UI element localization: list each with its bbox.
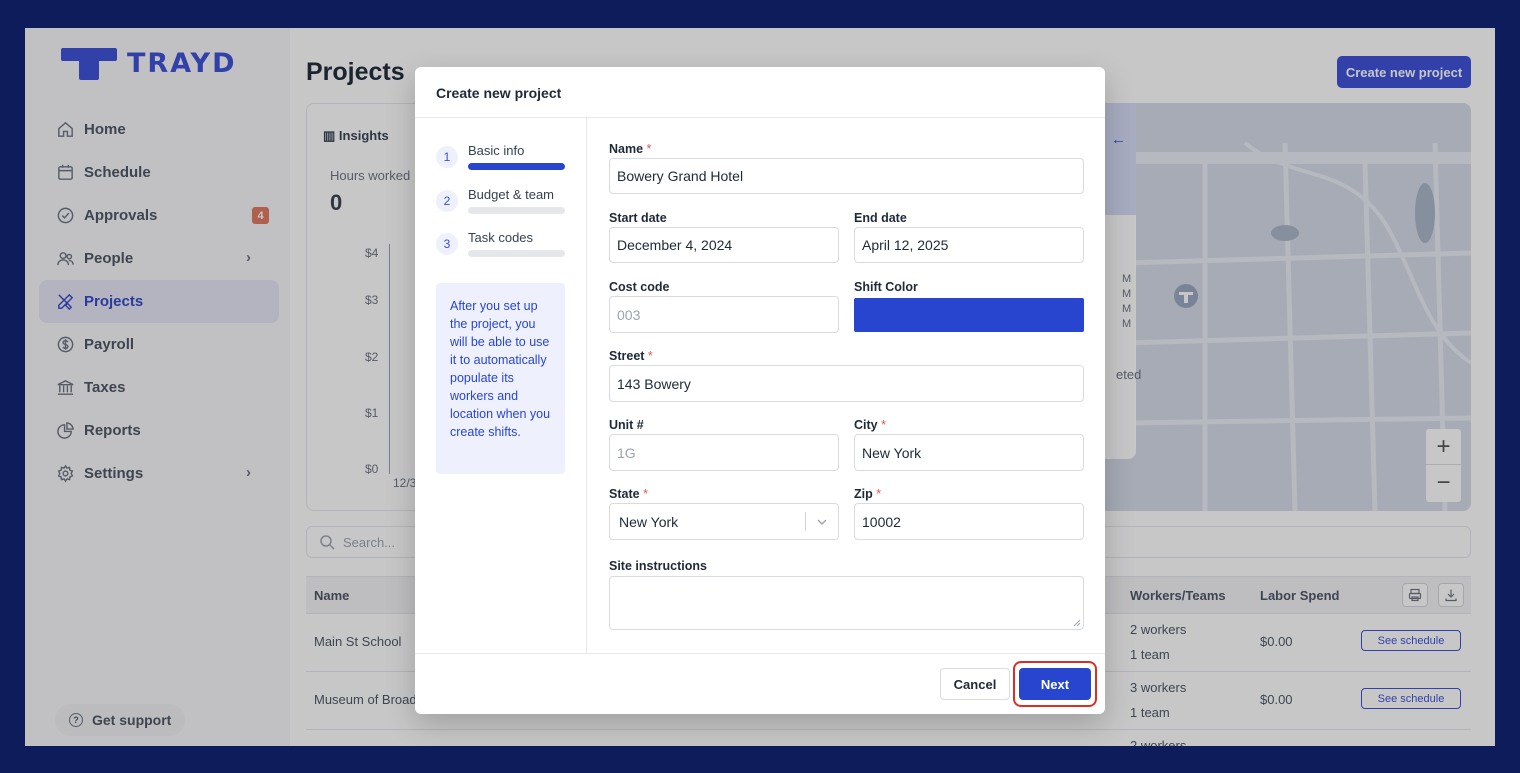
step-number: 1: [436, 146, 458, 168]
street-input[interactable]: 143 Bowery: [609, 365, 1084, 402]
step-basic-info[interactable]: 1 Basic info: [436, 142, 576, 176]
unit-label: Unit #: [609, 418, 644, 432]
shift-color-label: Shift Color: [854, 280, 918, 294]
required-asterisk: *: [646, 142, 652, 156]
resize-handle-icon[interactable]: [1073, 619, 1081, 627]
zip-input[interactable]: 10002: [854, 503, 1084, 540]
state-label: State *: [609, 487, 648, 501]
required-asterisk: *: [647, 349, 653, 363]
site-instructions-label: Site instructions: [609, 559, 707, 573]
next-button[interactable]: Next: [1019, 668, 1091, 700]
step-task-codes[interactable]: 3 Task codes: [436, 229, 576, 263]
info-callout: After you set up the project, you will b…: [436, 283, 565, 474]
select-divider: [805, 512, 806, 531]
basic-info-form: Name * Bowery Grand Hotel Start date Dec…: [587, 118, 1105, 653]
chevron-down-icon[interactable]: [816, 516, 828, 528]
step-number: 3: [436, 233, 458, 255]
wizard-steps: 1 Basic info 2 Budget & team 3 Task code…: [415, 118, 587, 653]
zip-label: Zip *: [854, 487, 882, 501]
city-label: City *: [854, 418, 886, 432]
create-project-modal: Create new project 1 Basic info 2 Budget…: [415, 67, 1105, 714]
cost-code-input[interactable]: 003: [609, 296, 839, 333]
step-budget-team[interactable]: 2 Budget & team: [436, 186, 576, 220]
shift-color-picker[interactable]: [854, 298, 1084, 332]
step-label: Task codes: [468, 230, 534, 245]
step-progress-bar: [468, 207, 565, 214]
start-date-label: Start date: [609, 211, 667, 225]
state-select-value: New York: [619, 513, 679, 530]
step-progress-bar: [468, 163, 565, 170]
modal-header: Create new project: [415, 67, 1105, 118]
required-asterisk: *: [876, 487, 882, 501]
step-label: Basic info: [468, 143, 525, 158]
required-asterisk: *: [643, 487, 648, 501]
unit-input[interactable]: 1G: [609, 434, 839, 471]
end-date-label: End date: [854, 211, 907, 225]
start-date-input[interactable]: December 4, 2024: [609, 227, 839, 263]
step-number: 2: [436, 190, 458, 212]
state-select[interactable]: New York: [609, 503, 839, 540]
end-date-input[interactable]: April 12, 2025: [854, 227, 1084, 263]
modal-footer: Cancel Next: [415, 653, 1105, 714]
name-input[interactable]: Bowery Grand Hotel: [609, 158, 1084, 194]
step-label: Budget & team: [468, 187, 554, 202]
cancel-button[interactable]: Cancel: [940, 668, 1010, 700]
step-progress-bar: [468, 250, 565, 257]
required-asterisk: *: [881, 418, 886, 432]
city-input[interactable]: New York: [854, 434, 1084, 471]
app-window: TRAYD Home Schedule Approvals 4 People ›: [25, 28, 1495, 746]
name-label: Name *: [609, 142, 652, 156]
modal-title: Create new project: [436, 85, 562, 101]
street-label: Street *: [609, 349, 653, 363]
cost-code-label: Cost code: [609, 280, 670, 294]
site-instructions-textarea[interactable]: [609, 576, 1084, 630]
